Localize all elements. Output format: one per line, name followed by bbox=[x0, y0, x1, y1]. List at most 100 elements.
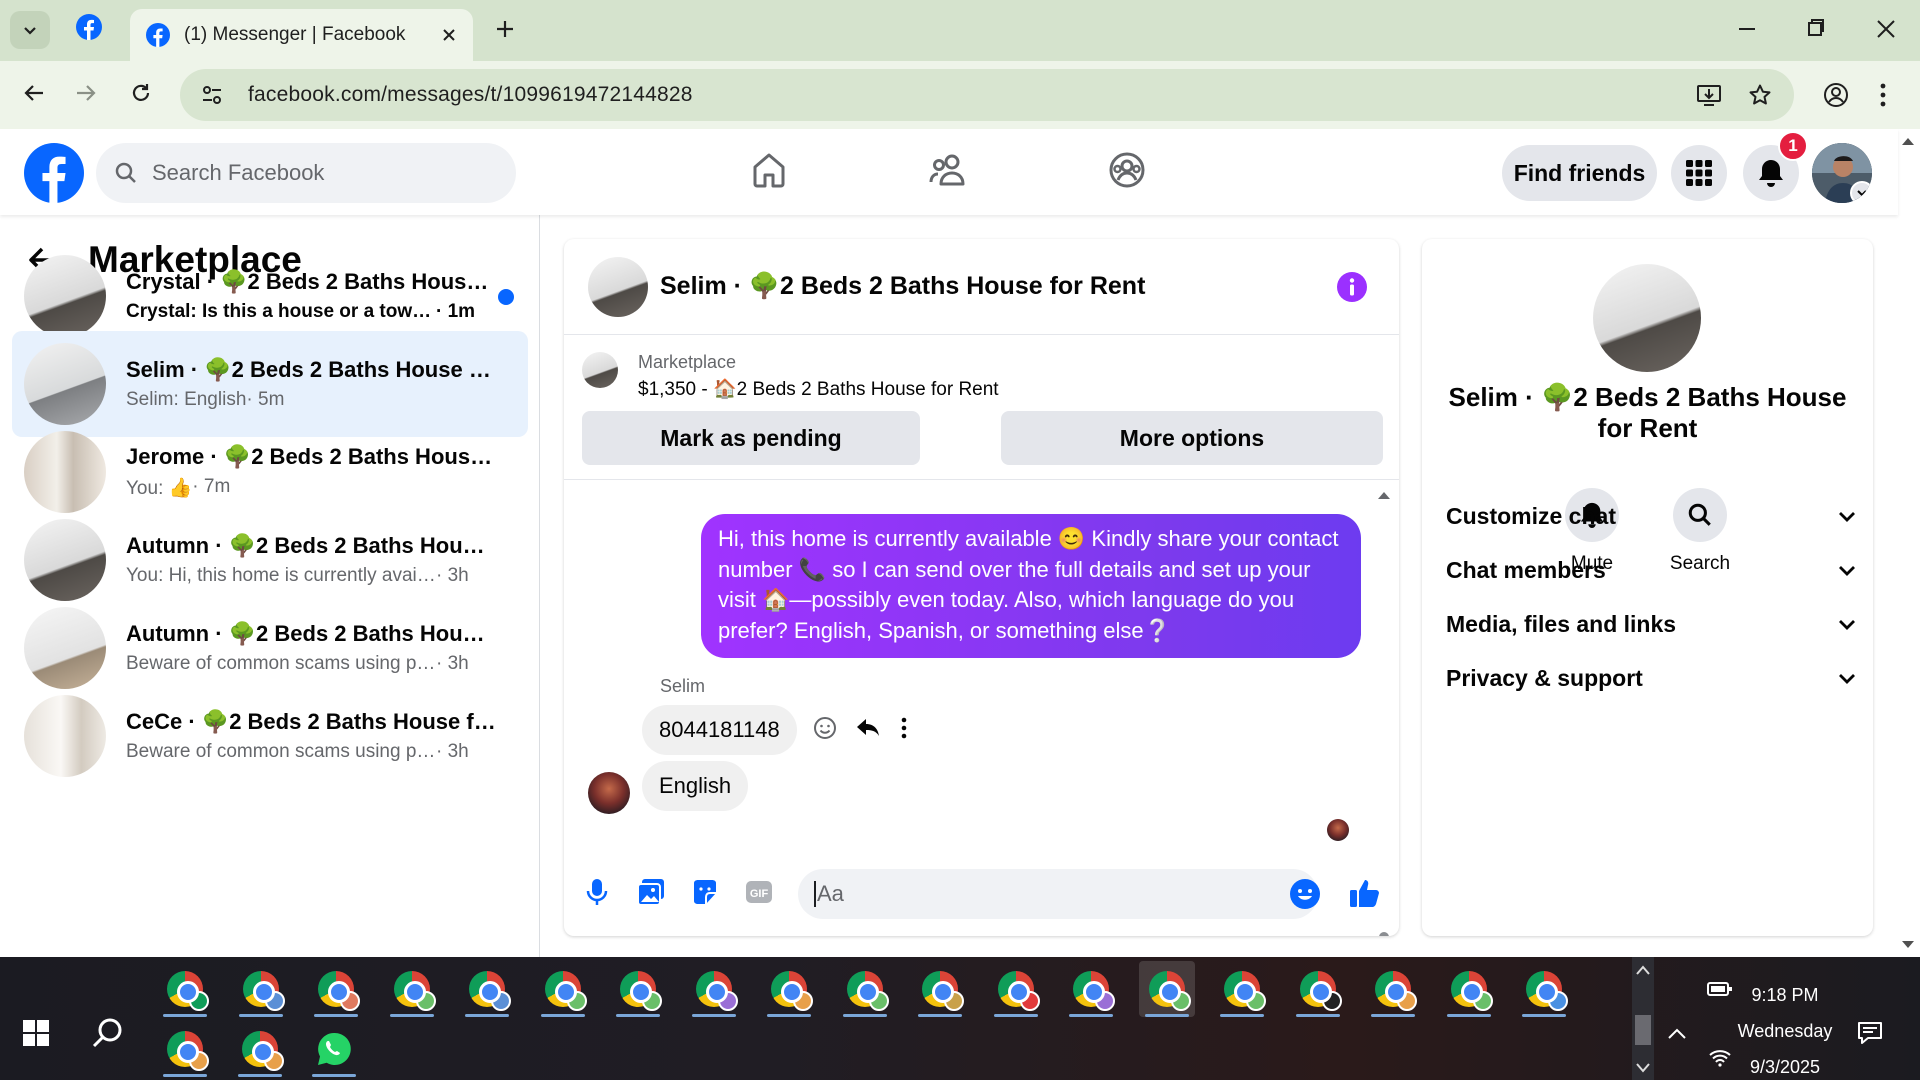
site-info-icon[interactable] bbox=[200, 83, 224, 107]
taskbar-chrome-window[interactable] bbox=[912, 961, 968, 1017]
taskbar-chrome-window[interactable] bbox=[610, 961, 666, 1017]
taskbar-chrome-window[interactable] bbox=[761, 961, 817, 1017]
listing-summary[interactable]: Marketplace $1,350 - 🏠2 Beds 2 Baths Hou… bbox=[582, 352, 999, 401]
facebook-home-logo[interactable] bbox=[24, 143, 84, 203]
details-section-toggle[interactable]: Privacy & support bbox=[1446, 665, 1856, 692]
chat-avatar[interactable] bbox=[588, 256, 648, 317]
details-avatar[interactable] bbox=[1593, 264, 1701, 372]
browser-menu-button[interactable] bbox=[1878, 81, 1888, 109]
taskbar-chrome-window[interactable] bbox=[1138, 961, 1195, 1017]
taskbar-chrome-window[interactable] bbox=[1365, 961, 1421, 1017]
taskbar-chrome-window[interactable] bbox=[308, 961, 364, 1017]
taskbar-chrome-window[interactable] bbox=[384, 961, 440, 1017]
menu-button[interactable] bbox=[1671, 145, 1727, 201]
taskbar-chrome-window[interactable] bbox=[459, 961, 515, 1017]
conversation-name: Crystal · 🌳2 Beds 2 Baths House... bbox=[126, 269, 496, 294]
sender-avatar[interactable] bbox=[588, 772, 630, 814]
taskbar-chrome-window[interactable] bbox=[233, 961, 289, 1017]
close-tab-icon[interactable] bbox=[441, 27, 457, 43]
facebook-search-input[interactable]: Search Facebook bbox=[96, 143, 516, 203]
taskbar-overflow-scroll[interactable] bbox=[1632, 957, 1654, 1080]
account-menu-chevron[interactable] bbox=[1850, 181, 1872, 203]
send-like-button[interactable] bbox=[1348, 876, 1382, 910]
message-input[interactable]: Aa bbox=[798, 869, 1318, 919]
start-button[interactable] bbox=[8, 1005, 64, 1061]
taskbar-clock[interactable]: 9:18 PM Wednesday 9/3/2025 bbox=[1730, 977, 1840, 1085]
nav-home[interactable] bbox=[750, 151, 788, 189]
nav-friends[interactable] bbox=[928, 151, 968, 189]
taskbar-chrome-window[interactable] bbox=[988, 961, 1044, 1017]
incoming-message-phone[interactable]: 8044181148 bbox=[642, 705, 797, 755]
back-button[interactable] bbox=[22, 81, 46, 105]
arrow-left-icon bbox=[24, 85, 43, 101]
running-indicator bbox=[767, 1014, 811, 1017]
more-icon[interactable] bbox=[899, 716, 909, 740]
taskbar-chrome-window[interactable] bbox=[837, 961, 893, 1017]
page-scroll-down[interactable] bbox=[1901, 940, 1915, 950]
chat-title[interactable]: Selim · 🌳2 Beds 2 Baths House for Rent bbox=[660, 272, 1145, 301]
reload-button[interactable] bbox=[129, 81, 153, 105]
running-indicator bbox=[918, 1014, 962, 1017]
details-section-toggle[interactable]: Media, files and links bbox=[1446, 611, 1856, 638]
conversation-thumbnail bbox=[24, 519, 106, 601]
taskbar-search-button[interactable] bbox=[80, 1005, 136, 1061]
tab-messenger-active[interactable]: (1) Messenger | Facebook bbox=[130, 9, 473, 61]
taskbar-chrome-window[interactable] bbox=[157, 961, 213, 1017]
incoming-message-language[interactable]: English bbox=[642, 761, 749, 811]
emoji-picker-button[interactable] bbox=[1289, 878, 1321, 910]
taskbar-chrome-window[interactable] bbox=[1214, 961, 1270, 1017]
find-friends-button[interactable]: Find friends bbox=[1502, 145, 1657, 201]
message-thread[interactable]: Hi, this home is currently available 😊 K… bbox=[564, 479, 1399, 936]
address-bar[interactable]: facebook.com/messages/t/1099619472144828 bbox=[180, 69, 1794, 121]
profile-badge-icon bbox=[717, 991, 738, 1011]
voice-clip-button[interactable] bbox=[586, 877, 608, 907]
minimize-button[interactable] bbox=[1737, 16, 1757, 42]
taskbar-chrome-window[interactable] bbox=[686, 961, 742, 1017]
conversation-item[interactable]: CeCe · 🌳2 Beds 2 Baths House for... Bewar… bbox=[12, 683, 528, 789]
taskbar-whatsapp[interactable] bbox=[306, 1021, 362, 1077]
show-hidden-icons-button[interactable] bbox=[1659, 1005, 1695, 1061]
chrome-icon bbox=[167, 971, 209, 1011]
nav-groups[interactable] bbox=[1108, 151, 1146, 189]
conversation-name: CeCe · 🌳2 Beds 2 Baths House for... bbox=[126, 709, 496, 734]
minimize-icon bbox=[1739, 28, 1755, 30]
bookmark-star-icon[interactable] bbox=[1748, 83, 1772, 107]
taskbar-chrome-window[interactable] bbox=[1063, 961, 1119, 1017]
tab-facebook-inactive[interactable] bbox=[76, 14, 102, 40]
taskbar-chrome-window[interactable] bbox=[1290, 961, 1346, 1017]
notification-center-button[interactable] bbox=[1842, 1005, 1898, 1061]
forward-button[interactable] bbox=[74, 81, 98, 105]
thread-scroll-up[interactable] bbox=[1376, 490, 1392, 500]
listing-source: Marketplace bbox=[638, 352, 737, 372]
chrome-icon bbox=[922, 971, 964, 1011]
restore-button[interactable] bbox=[1806, 16, 1826, 42]
close-window-button[interactable] bbox=[1876, 16, 1896, 42]
sticker-button[interactable] bbox=[690, 877, 720, 907]
mark-as-pending-button[interactable]: Mark as pending bbox=[582, 411, 920, 465]
taskbar-chrome-window[interactable] bbox=[157, 1021, 213, 1077]
taskbar-chrome-window[interactable] bbox=[535, 961, 591, 1017]
chrome-icon bbox=[695, 971, 738, 1011]
details-section-toggle[interactable]: Customize chat bbox=[1446, 503, 1856, 530]
install-app-icon[interactable] bbox=[1696, 83, 1722, 107]
taskbar-chrome-window[interactable] bbox=[232, 1021, 288, 1077]
react-emoji-icon[interactable] bbox=[813, 716, 837, 740]
account-avatar[interactable] bbox=[1812, 143, 1872, 203]
reply-icon[interactable] bbox=[855, 716, 881, 740]
chat-info-button[interactable] bbox=[1337, 272, 1367, 302]
outgoing-message-bubble[interactable]: Hi, this home is currently available 😊 K… bbox=[701, 514, 1361, 658]
conversation-preview-text: Selim: English bbox=[126, 389, 247, 410]
attach-photo-button[interactable] bbox=[636, 877, 666, 907]
more-options-button[interactable]: More options bbox=[1001, 411, 1383, 465]
new-tab-button[interactable] bbox=[494, 18, 516, 40]
details-section-toggle[interactable]: Chat members bbox=[1446, 557, 1856, 584]
taskbar-chrome-window[interactable] bbox=[1441, 961, 1497, 1017]
tab-search-button[interactable] bbox=[10, 11, 50, 49]
page-scroll-up[interactable] bbox=[1901, 136, 1915, 146]
gif-button[interactable]: GIF bbox=[744, 877, 774, 907]
message-center-icon bbox=[1858, 1022, 1882, 1044]
url-text[interactable]: facebook.com/messages/t/1099619472144828 bbox=[248, 83, 693, 107]
taskbar-chrome-window[interactable] bbox=[1516, 961, 1572, 1017]
conversation-thumbnail bbox=[24, 695, 106, 777]
profile-button[interactable] bbox=[1822, 81, 1850, 109]
